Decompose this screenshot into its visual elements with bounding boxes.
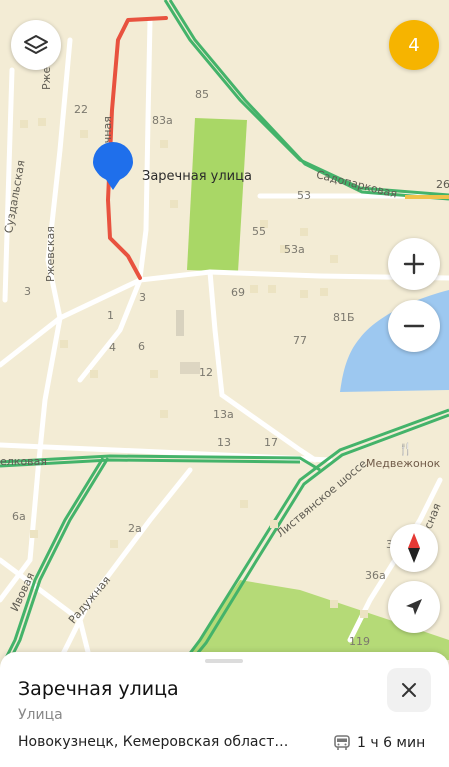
house-number: 53а	[284, 243, 305, 256]
place-type: Улица	[18, 707, 63, 723]
house-number: 81Б	[333, 311, 355, 324]
house-number: 3	[24, 285, 31, 298]
house-number: 55	[252, 225, 266, 238]
house-number: 13	[217, 436, 231, 449]
house-number: 1	[107, 309, 114, 322]
house-number: 119	[349, 635, 370, 648]
street-label-rzhevskaya-left: Ржевская	[44, 226, 57, 282]
house-number: 83а	[152, 114, 173, 127]
compass-icon	[408, 533, 420, 563]
place-address: Новокузнецк, Кемеровская област…	[18, 734, 289, 750]
park-area	[187, 118, 247, 272]
pin-label[interactable]: Заречная улица	[142, 169, 252, 184]
minus-icon	[403, 324, 425, 328]
poi-label[interactable]: Медвежонок	[366, 457, 440, 470]
transit-time[interactable]: 1 ч 6 мин	[333, 734, 425, 752]
place-title: Заречная улица	[18, 678, 179, 700]
house-number: 3	[139, 291, 146, 304]
layers-button[interactable]	[11, 20, 61, 70]
house-number: 4	[109, 341, 116, 354]
house-number: 17	[264, 436, 278, 449]
street-label-elkovaya: елковая	[0, 455, 48, 468]
close-icon	[402, 683, 416, 697]
house-number: 6	[138, 340, 145, 353]
house-number: 69	[231, 286, 245, 299]
house-number: 6а	[12, 510, 26, 523]
house-number: 22	[74, 103, 88, 116]
location-pin-icon[interactable]	[91, 142, 135, 192]
compass-button[interactable]	[390, 524, 438, 572]
house-number: 13а	[213, 408, 234, 421]
transit-time-label: 1 ч 6 мин	[357, 735, 426, 751]
sheet-handle[interactable]	[205, 659, 243, 663]
map-view[interactable]: Ржевская Ржевская Суздальская ечная Садо…	[0, 0, 449, 660]
my-location-button[interactable]	[388, 581, 440, 633]
layers-icon	[24, 35, 48, 54]
house-number: 53	[297, 189, 311, 202]
place-card[interactable]: Заречная улица Улица Новокузнецк, Кемеро…	[0, 652, 449, 767]
zoom-in-button[interactable]	[388, 238, 440, 290]
house-number: 2а	[128, 522, 142, 535]
house-number: 12	[199, 366, 213, 379]
location-arrow-icon	[406, 599, 422, 615]
close-button[interactable]	[387, 668, 431, 712]
street-label-edge-number: 26	[436, 178, 449, 191]
route-count-badge[interactable]: 4	[389, 20, 439, 70]
house-number: 36а	[365, 569, 386, 582]
house-number: 77	[293, 334, 307, 347]
restaurant-icon: 🍴	[398, 442, 413, 456]
plus-icon	[403, 253, 425, 275]
bus-icon	[334, 735, 350, 750]
zoom-out-button[interactable]	[388, 300, 440, 352]
map-canvas	[0, 0, 449, 660]
house-number: 85	[195, 88, 209, 101]
